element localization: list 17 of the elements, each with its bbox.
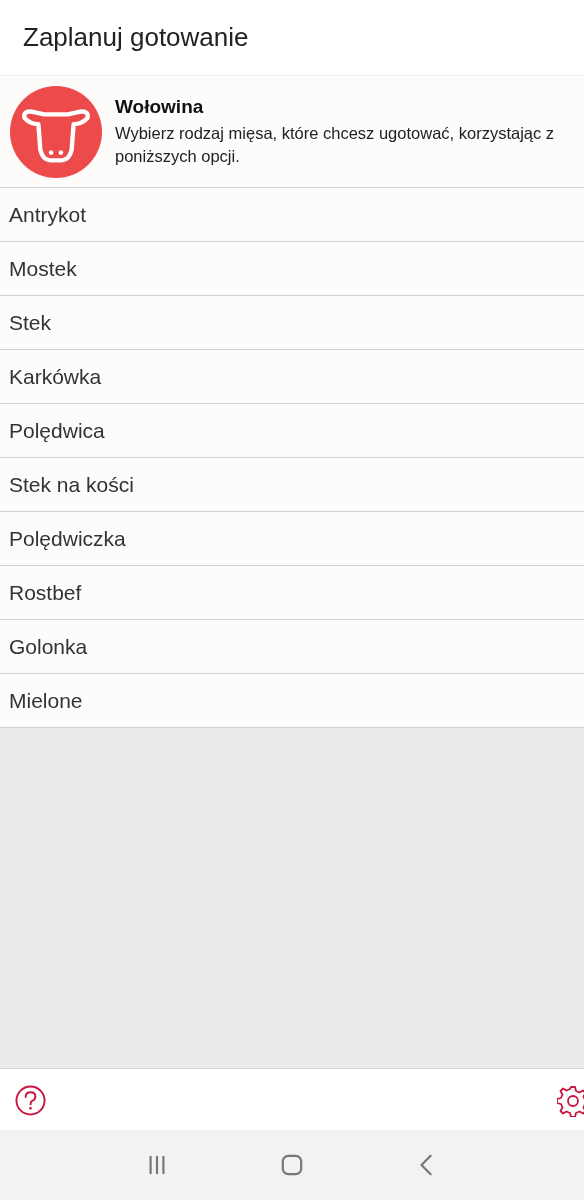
cow-icon [9,84,103,179]
meat-cut-item[interactable]: Polędwica [0,404,584,458]
screen-title: Zaplanuj gotowanie [23,22,249,53]
meat-cut-item[interactable]: Rostbef [0,566,584,620]
meat-cut-item[interactable]: Stek na kości [0,458,584,512]
category-name: Wołowina [115,95,205,118]
meat-cut-item[interactable]: Antrykot [0,188,584,242]
category-description: Wybierz rodzaj mięsa, które chcesz ugotować, korzystając z poniższych opcji. [115,122,556,167]
settings-icon[interactable] [557,1085,584,1117]
meat-cut-item[interactable]: Mostek [0,242,584,296]
help-icon[interactable] [15,1085,46,1116]
meat-cut-item[interactable]: Stek [0,296,584,350]
home-icon[interactable] [281,1154,303,1176]
meat-cut-item[interactable]: Karkówka [0,350,584,404]
meat-cut-item[interactable]: Polędwiczka [0,512,584,566]
meat-cut-item[interactable]: Mielone [0,674,584,728]
meat-cut-item[interactable]: Golonka [0,620,584,674]
